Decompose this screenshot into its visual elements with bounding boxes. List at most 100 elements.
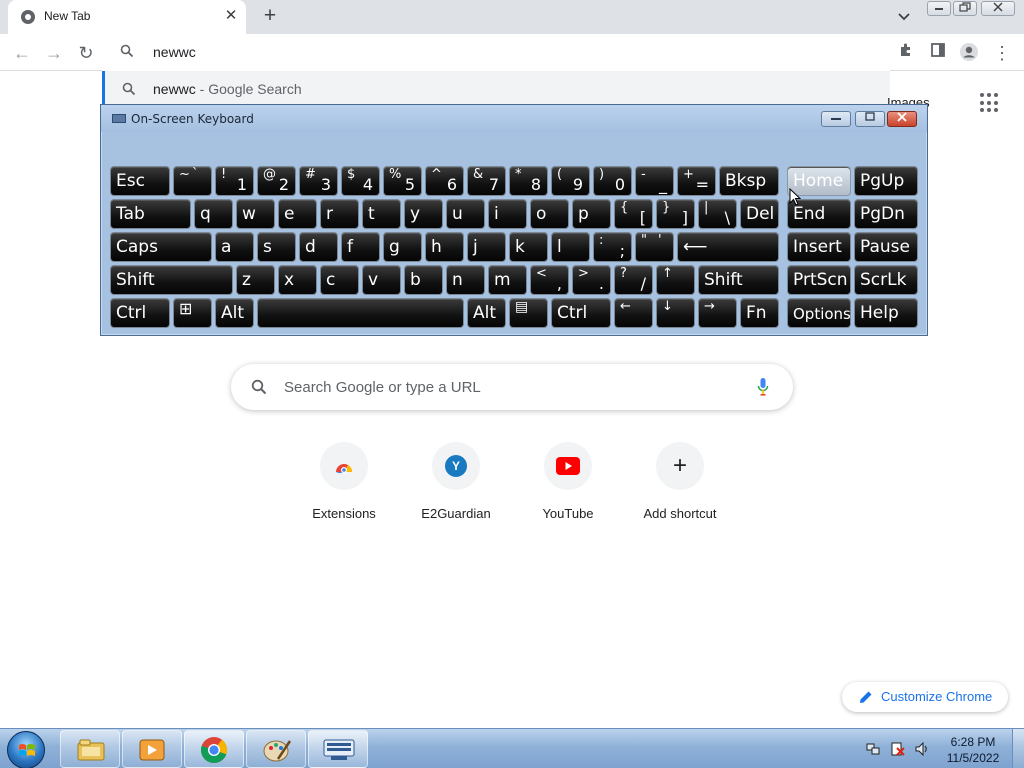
side-panel-icon[interactable] bbox=[927, 42, 949, 64]
minimize-window-button[interactable] bbox=[927, 1, 951, 16]
shortcut-e2guardian[interactable]: Y E2Guardian bbox=[400, 442, 512, 532]
key-n[interactable]: n bbox=[446, 265, 485, 295]
key-t[interactable]: t bbox=[362, 199, 401, 229]
key-shift-left[interactable]: Shift bbox=[110, 265, 233, 295]
key-6[interactable]: ^ 6 bbox=[425, 166, 464, 196]
menu-icon[interactable]: ⋮ bbox=[991, 42, 1013, 64]
key-c[interactable]: c bbox=[320, 265, 359, 295]
osk-titlebar[interactable]: On-Screen Keyboard bbox=[101, 105, 927, 132]
clock-time[interactable]: 6:28 PM bbox=[945, 735, 1001, 749]
clock-date[interactable]: 11/5/2022 bbox=[941, 751, 1005, 765]
reload-button[interactable]: ↻ bbox=[75, 42, 97, 64]
taskbar-file-explorer[interactable] bbox=[60, 730, 120, 768]
key-r[interactable]: r bbox=[320, 199, 359, 229]
key-left[interactable]: ← bbox=[614, 298, 653, 328]
omnibox-suggestion[interactable]: newwc - Google Search bbox=[102, 71, 890, 107]
key-del[interactable]: Del bbox=[740, 199, 779, 229]
key-2[interactable]: @2 bbox=[257, 166, 296, 196]
key-i[interactable]: i bbox=[488, 199, 527, 229]
key-semicolon[interactable]: :; bbox=[593, 232, 632, 262]
key-d[interactable]: d bbox=[299, 232, 338, 262]
new-tab-button[interactable]: + bbox=[259, 5, 281, 27]
key-q[interactable]: q bbox=[194, 199, 233, 229]
key-fn[interactable]: Fn bbox=[740, 298, 779, 328]
key-shift-right[interactable]: Shift bbox=[698, 265, 779, 295]
key-equals[interactable]: + = bbox=[677, 166, 716, 196]
key-minus[interactable]: - _ bbox=[635, 166, 674, 196]
key-k[interactable]: k bbox=[509, 232, 548, 262]
key-backspace[interactable]: Bksp bbox=[719, 166, 779, 196]
key-pgdn[interactable]: PgDn bbox=[854, 199, 918, 229]
key-space[interactable] bbox=[257, 298, 464, 328]
tab-search-chevron-down-icon[interactable] bbox=[895, 8, 913, 26]
restore-window-button[interactable] bbox=[953, 1, 977, 16]
action-center-icon[interactable] bbox=[891, 742, 905, 756]
key-tilde[interactable]: ~ ` bbox=[173, 166, 212, 196]
volume-icon[interactable] bbox=[915, 742, 929, 756]
key-l[interactable]: l bbox=[551, 232, 590, 262]
key-down[interactable]: ↓ bbox=[656, 298, 695, 328]
key-s[interactable]: s bbox=[257, 232, 296, 262]
key-4[interactable]: $4 bbox=[341, 166, 380, 196]
shortcut-add[interactable]: + Add shortcut bbox=[624, 442, 736, 532]
key-9[interactable]: (9 bbox=[551, 166, 590, 196]
key-p[interactable]: p bbox=[572, 199, 611, 229]
key-h[interactable]: h bbox=[425, 232, 464, 262]
key-f[interactable]: f bbox=[341, 232, 380, 262]
osk-close-button[interactable] bbox=[887, 111, 917, 127]
key-caps[interactable]: Caps bbox=[110, 232, 212, 262]
key-quote[interactable]: " ' bbox=[635, 232, 674, 262]
key-windows[interactable]: ⊞ bbox=[173, 298, 212, 328]
key-u[interactable]: u bbox=[446, 199, 485, 229]
osk-maximize-button[interactable] bbox=[855, 111, 885, 127]
forward-button[interactable]: → bbox=[43, 42, 65, 64]
key-v[interactable]: v bbox=[362, 265, 401, 295]
profile-icon[interactable] bbox=[958, 42, 980, 64]
address-bar[interactable]: newwc bbox=[102, 34, 890, 71]
key-7[interactable]: & 7 bbox=[467, 166, 506, 196]
key-g[interactable]: g bbox=[383, 232, 422, 262]
back-button[interactable]: ← bbox=[11, 42, 33, 64]
taskbar-paint[interactable] bbox=[246, 730, 306, 768]
key-alt-left[interactable]: Alt bbox=[215, 298, 254, 328]
key-comma[interactable]: <, bbox=[530, 265, 569, 295]
key-alt-right[interactable]: Alt bbox=[467, 298, 506, 328]
shortcut-extensions[interactable]: Extensions bbox=[288, 442, 400, 532]
key-1[interactable]: ! 1 bbox=[215, 166, 254, 196]
key-help[interactable]: Help bbox=[854, 298, 918, 328]
key-x[interactable]: x bbox=[278, 265, 317, 295]
close-window-button[interactable] bbox=[981, 1, 1015, 16]
key-right-bracket[interactable]: }] bbox=[656, 199, 695, 229]
show-desktop-button[interactable] bbox=[1012, 729, 1024, 768]
key-scrlk[interactable]: ScrLk bbox=[854, 265, 918, 295]
key-m[interactable]: m bbox=[488, 265, 527, 295]
tab-new-tab[interactable]: New Tab ✕ bbox=[8, 0, 246, 34]
shortcut-youtube[interactable]: YouTube bbox=[512, 442, 624, 532]
key-slash[interactable]: ? / bbox=[614, 265, 653, 295]
key-menu[interactable]: ▤ bbox=[509, 298, 548, 328]
key-esc[interactable]: Esc bbox=[110, 166, 170, 196]
customize-chrome-button[interactable]: Customize Chrome bbox=[842, 682, 1008, 712]
key-pgup[interactable]: PgUp bbox=[854, 166, 918, 196]
tab-close-icon[interactable]: ✕ bbox=[222, 7, 240, 25]
key-o[interactable]: o bbox=[530, 199, 569, 229]
key-b[interactable]: b bbox=[404, 265, 443, 295]
key-j[interactable]: j bbox=[467, 232, 506, 262]
key-tab[interactable]: Tab bbox=[110, 199, 191, 229]
taskbar-media-player[interactable] bbox=[122, 730, 182, 768]
key-a[interactable]: a bbox=[215, 232, 254, 262]
extensions-icon[interactable] bbox=[895, 42, 917, 64]
key-options[interactable]: Options bbox=[787, 298, 851, 328]
key-e[interactable]: e bbox=[278, 199, 317, 229]
key-5[interactable]: % 5 bbox=[383, 166, 422, 196]
key-enter[interactable]: ⟵ bbox=[677, 232, 779, 262]
start-button[interactable] bbox=[7, 731, 45, 768]
address-bar-value[interactable]: newwc bbox=[153, 44, 196, 60]
key-ctrl-left[interactable]: Ctrl bbox=[110, 298, 170, 328]
ntp-search-placeholder[interactable]: Search Google or type a URL bbox=[284, 379, 481, 396]
key-8[interactable]: * 8 bbox=[509, 166, 548, 196]
network-icon[interactable] bbox=[866, 742, 880, 756]
key-z[interactable]: z bbox=[236, 265, 275, 295]
key-3[interactable]: #3 bbox=[299, 166, 338, 196]
key-ctrl-right[interactable]: Ctrl bbox=[551, 298, 611, 328]
